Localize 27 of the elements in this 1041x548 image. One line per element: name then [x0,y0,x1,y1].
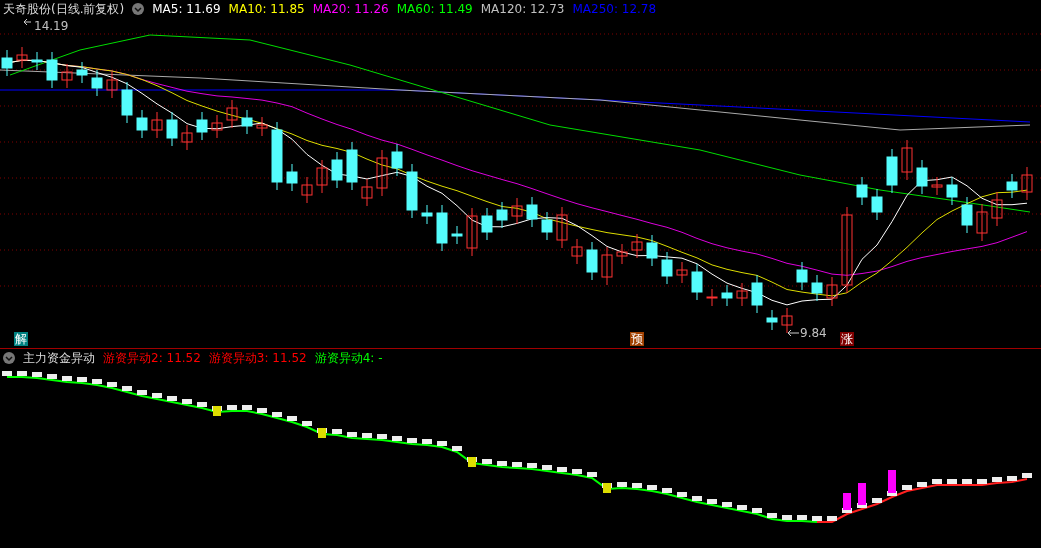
ma-legend-value: MA60: 11.49 [396,2,473,16]
signal-bar [843,493,851,510]
signal-marker: 涨 [840,332,854,346]
ma-legend-value: MA20: 11.26 [312,2,389,16]
price-low-label: 9.84 [800,326,827,340]
signal-bar [318,428,326,438]
signal-bar [858,483,866,505]
indicator-legend-value: 游资异动3: 11.52 [208,349,307,367]
indicator-legend-value: 游资异动4: - [314,349,383,367]
signal-bar [888,470,896,493]
ma-legend-value: MA5: 11.69 [152,2,221,16]
signal-bar [213,406,221,416]
stock-title: 天奇股份(日线.前复权) [3,0,125,18]
ma-legend-value: MA120: 12.73 [480,2,565,16]
price-high-label: 14.19 [34,19,69,33]
signal-bar [603,483,611,493]
arrow-icon [787,329,800,337]
indicator-title: 主力资金异动 [23,349,95,367]
dropdown-icon[interactable] [132,3,145,15]
ma-legend-value: MA10: 11.85 [228,2,305,16]
indicator-legend-value: 游资异动2: 11.52 [103,349,201,367]
signal-marker: 预 [630,332,644,346]
signal-bar [468,457,476,467]
arrow-icon [23,18,32,26]
dropdown-icon[interactable] [3,352,15,364]
signal-marker: 解 [14,332,28,346]
ma-legend-value: MA250: 12.78 [572,2,657,16]
